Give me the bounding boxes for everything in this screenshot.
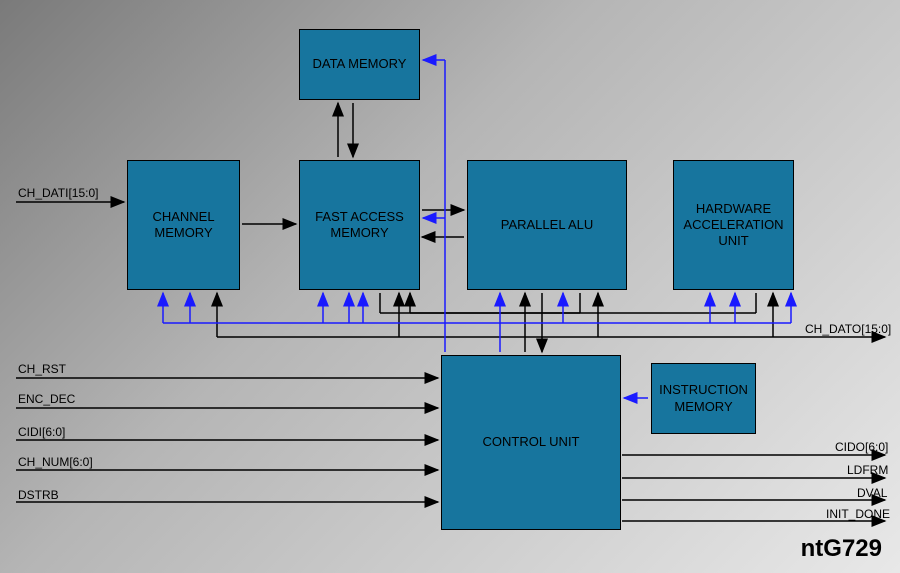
label-ch-num: CH_NUM[6:0] xyxy=(18,455,93,469)
block-fast-access-memory: FAST ACCESS MEMORY xyxy=(299,160,420,290)
block-hw-accel: HARDWARE ACCELERATION UNIT xyxy=(673,160,794,290)
block-parallel-alu: PARALLEL ALU xyxy=(467,160,627,290)
label-dstrb: DSTRB xyxy=(18,488,59,502)
label-ldfrm: LDFRM xyxy=(847,463,888,477)
label-cidi: CIDI[6:0] xyxy=(18,425,65,439)
label-enc-dec: ENC_DEC xyxy=(18,392,75,406)
block-label: PARALLEL ALU xyxy=(501,217,594,233)
block-instruction-memory: INSTRUCTION MEMORY xyxy=(651,363,756,434)
block-label: HARDWARE ACCELERATION UNIT xyxy=(678,201,789,250)
label-ch-rst: CH_RST xyxy=(18,362,66,376)
label-init-done: INIT_DONE xyxy=(826,507,890,521)
block-label: DATA MEMORY xyxy=(313,56,407,72)
block-label: INSTRUCTION MEMORY xyxy=(656,382,751,415)
block-channel-memory: CHANNEL MEMORY xyxy=(127,160,240,290)
block-label: CONTROL UNIT xyxy=(482,434,579,450)
block-data-memory: DATA MEMORY xyxy=(299,29,420,100)
block-label: FAST ACCESS MEMORY xyxy=(304,209,415,242)
label-dval: DVAL xyxy=(857,486,887,500)
block-label: CHANNEL MEMORY xyxy=(132,209,235,242)
label-ch-dato: CH_DATO[15:0] xyxy=(805,322,891,336)
label-ch-dati: CH_DATI[15:0] xyxy=(18,186,98,200)
diagram-title: ntG729 xyxy=(801,535,882,563)
block-control-unit: CONTROL UNIT xyxy=(441,355,621,530)
label-cido: CIDO[6:0] xyxy=(835,440,888,454)
